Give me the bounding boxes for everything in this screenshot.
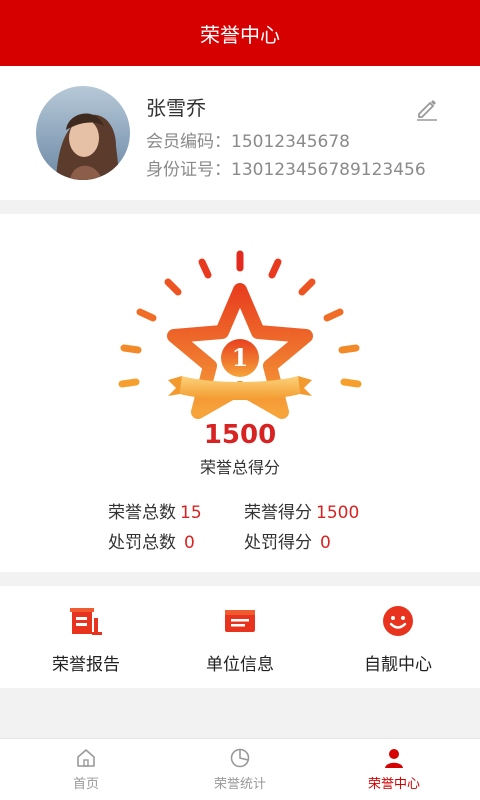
profile-card: 张雪乔 会员编码：15012345678 身份证号：13012345678912… bbox=[0, 66, 480, 200]
tab-home[interactable]: 首页 bbox=[6, 747, 166, 792]
bottom-tab-bar: 首页 荣誉统计 荣誉中心 bbox=[0, 738, 480, 800]
tab-honor-stats[interactable]: 荣誉统计 bbox=[160, 747, 320, 792]
stat-value: 15 bbox=[180, 503, 202, 523]
id-number-label: 身份证号： bbox=[146, 160, 231, 180]
score-card: 1 1500 荣誉总得分 荣誉总数 15 荣誉得分 1500 处罚总数 0 处罚得分 0 bbox=[0, 214, 480, 572]
user-icon bbox=[385, 749, 403, 768]
stat-label: 荣誉得分 bbox=[244, 503, 312, 523]
avatar[interactable] bbox=[36, 86, 130, 180]
total-score: 1500 bbox=[203, 420, 277, 450]
penalty-count-stat: 处罚总数 0 bbox=[108, 528, 195, 553]
tab-honor-stats-label: 荣誉统计 bbox=[213, 777, 266, 792]
tab-honor-center[interactable]: 荣誉中心 bbox=[314, 747, 474, 792]
stat-label: 处罚得分 bbox=[244, 533, 312, 553]
pie-chart-icon bbox=[230, 748, 250, 768]
honor-score-stat: 荣誉得分 1500 bbox=[244, 498, 359, 523]
report-icon bbox=[70, 608, 102, 635]
self-center-button[interactable]: 自靓中心 bbox=[328, 604, 468, 675]
honor-report-label: 荣誉报告 bbox=[52, 655, 120, 675]
tab-home-label: 首页 bbox=[72, 777, 99, 792]
honor-report-button[interactable]: 荣誉报告 bbox=[16, 604, 156, 675]
stat-value: 0 bbox=[184, 533, 195, 553]
total-score-label: 荣誉总得分 bbox=[199, 458, 280, 477]
app-header: 荣誉中心 bbox=[0, 0, 480, 66]
id-card-icon bbox=[225, 610, 255, 632]
member-number-row: 会员编码：15012345678 bbox=[146, 127, 350, 152]
member-number-label: 会员编码： bbox=[146, 132, 231, 152]
stat-value: 1500 bbox=[316, 503, 360, 523]
penalty-score-stat: 处罚得分 0 bbox=[244, 528, 331, 553]
stat-label: 荣誉总数 bbox=[108, 503, 176, 523]
quick-actions: 荣誉报告 单位信息 自靓中心 bbox=[0, 586, 480, 688]
tab-honor-center-label: 荣誉中心 bbox=[367, 777, 420, 792]
honor-count-stat: 荣誉总数 15 bbox=[108, 498, 202, 523]
unit-info-label: 单位信息 bbox=[206, 655, 274, 675]
id-number-value: 130123456789123456 bbox=[231, 160, 426, 180]
medal-star-icon: 1 bbox=[118, 250, 362, 419]
home-icon bbox=[77, 749, 95, 767]
user-name: 张雪乔 bbox=[146, 96, 206, 120]
smiley-icon bbox=[383, 606, 413, 636]
stat-value: 0 bbox=[320, 533, 331, 553]
self-center-label: 自靓中心 bbox=[364, 655, 432, 675]
page-title: 荣誉中心 bbox=[200, 22, 280, 47]
stat-label: 处罚总数 bbox=[108, 533, 176, 553]
id-number-row: 身份证号：130123456789123456 bbox=[146, 155, 426, 180]
unit-info-button[interactable]: 单位信息 bbox=[170, 604, 310, 675]
member-number-value: 15012345678 bbox=[231, 132, 350, 152]
medal-rank: 1 bbox=[232, 343, 249, 372]
edit-icon[interactable] bbox=[414, 96, 440, 122]
